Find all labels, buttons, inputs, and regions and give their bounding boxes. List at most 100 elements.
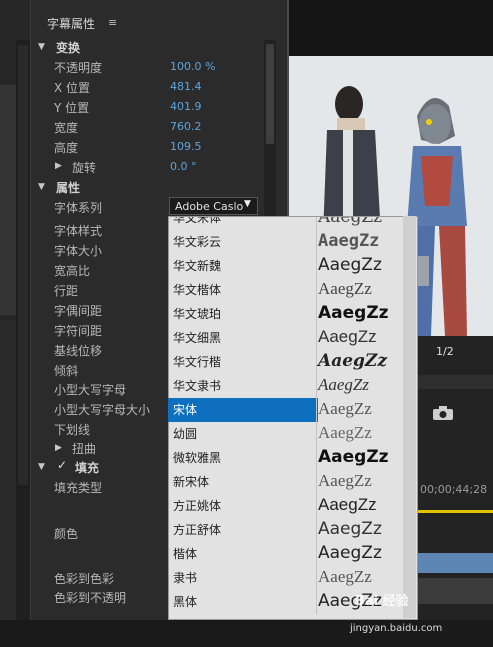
font-option-name: 方正舒体 (173, 523, 222, 537)
zoom-level[interactable]: 1/2 (436, 345, 454, 358)
font-option-name: 华文新魏 (173, 259, 222, 273)
distort-label: 扭曲 (72, 442, 97, 456)
font-option[interactable]: 宋体 AaegZz (168, 398, 403, 422)
preview-header (287, 0, 493, 56)
column-divider (316, 470, 317, 494)
column-divider (316, 254, 317, 278)
x-position-value[interactable]: 481.4 (170, 80, 202, 93)
color-to-opacity-label: 色彩到不透明 (54, 591, 127, 605)
font-option-sample: AaegZz (318, 351, 387, 371)
timecode-display: 00;00;44;28 (420, 483, 488, 496)
font-option[interactable]: 方正舒体 AaegZz (168, 518, 403, 542)
panel-menu-icon[interactable]: ≡ (108, 16, 117, 29)
font-option-sample: AaegZz (318, 255, 382, 275)
underline-label: 下划线 (54, 423, 91, 437)
watermark-logo: Bai 经验 (355, 594, 409, 609)
kerning-label: 字偶间距 (54, 304, 103, 318)
font-option-sample: AaegZz (318, 495, 377, 514)
width-label: 宽度 (54, 121, 79, 135)
font-option-sample: AaegZz (318, 399, 372, 418)
panel-scroll-thumb[interactable] (266, 44, 274, 144)
section-transform[interactable]: 变换 (56, 39, 80, 56)
font-option[interactable]: 华文新魏 AaegZz (168, 254, 403, 278)
column-divider (316, 374, 317, 398)
width-value[interactable]: 760.2 (170, 120, 202, 133)
font-option[interactable]: 华文行楷 AaegZz (168, 350, 403, 374)
color-to-color-label: 色彩到色彩 (54, 572, 115, 586)
font-option-sample: AaegZz (318, 471, 372, 490)
font-option-name: 方正姚体 (173, 499, 222, 513)
column-divider (316, 302, 317, 326)
camera-icon[interactable] (432, 405, 454, 421)
opacity-value[interactable]: 100.0 % (170, 60, 215, 73)
fill-checkbox-icon[interactable]: ✓ (57, 458, 67, 472)
tracking-label: 字符间距 (54, 324, 103, 338)
rotation-value[interactable]: 0.0 ° (170, 160, 197, 173)
column-divider (316, 446, 317, 470)
font-family-label: 字体系列 (54, 201, 103, 215)
column-divider (316, 350, 317, 374)
rotation-label: 旋转 (72, 161, 97, 175)
column-divider (316, 542, 317, 566)
expand-triangle-icon[interactable]: ▶ (55, 443, 62, 453)
font-option-name: 新宋体 (173, 475, 210, 489)
font-option[interactable]: 幼圆 AaegZz (168, 422, 403, 446)
color-label: 颜色 (54, 527, 79, 541)
leading-label: 行距 (54, 284, 79, 298)
font-option-name: 华文琥珀 (173, 307, 222, 321)
font-option[interactable]: 华文楷体 AaegZz (168, 278, 403, 302)
font-option-name: 华文彩云 (173, 235, 222, 249)
x-position-label: X 位置 (54, 81, 91, 95)
font-option-name: 华文楷体 (173, 283, 222, 297)
font-option[interactable]: 华文琥珀 AaegZz (168, 302, 403, 326)
column-divider (316, 422, 317, 446)
height-label: 高度 (54, 141, 79, 155)
font-option-sample: AaegZz (318, 519, 382, 539)
font-option-name: 楷体 (173, 547, 198, 561)
font-option-name: 华文行楷 (173, 355, 222, 369)
font-option[interactable]: 楷体 AaegZz (168, 542, 403, 566)
section-properties[interactable]: 属性 (56, 179, 80, 196)
expand-triangle-icon[interactable]: ▶ (55, 161, 62, 171)
slant-label: 倾斜 (54, 364, 79, 378)
timeline-clip-audio[interactable] (415, 578, 493, 604)
font-size-label: 字体大小 (54, 244, 103, 258)
font-option[interactable]: 微软雅黑 AaegZz (168, 446, 403, 470)
font-dropdown-scrollbar[interactable] (403, 216, 416, 618)
panel-inner-scroll-thumb[interactable] (18, 45, 28, 485)
font-option-sample: AaegZz (318, 543, 382, 563)
font-option[interactable]: 华文彩云 AaegZz (168, 230, 403, 254)
collapse-triangle-icon[interactable]: ▼ (38, 462, 45, 472)
font-style-label: 字体样式 (54, 224, 103, 238)
timeline-clip[interactable] (415, 553, 493, 573)
height-value[interactable]: 109.5 (170, 140, 202, 153)
font-option[interactable]: 华文细黑 AaegZz (168, 326, 403, 350)
font-option-sample: AaegZz (318, 231, 380, 251)
font-option-sample: AaegZz (318, 447, 389, 467)
small-caps-label: 小型大写字母 (54, 383, 127, 397)
column-divider (316, 566, 317, 590)
font-option[interactable]: 方正姚体 AaegZz (168, 494, 403, 518)
font-option-sample: AaegZz (318, 327, 377, 346)
collapse-triangle-icon[interactable]: ▼ (38, 182, 45, 192)
column-divider (316, 494, 317, 518)
collapse-triangle-icon[interactable]: ▼ (38, 42, 45, 52)
font-option[interactable]: 华文隶书 AaegZz (168, 374, 403, 398)
font-option[interactable]: 新宋体 AaegZz (168, 470, 403, 494)
font-option-sample: AaegZz (318, 303, 389, 323)
opacity-label: 不透明度 (54, 61, 103, 75)
watermark-url: jingyan.baidu.com (350, 623, 443, 634)
font-option-name: 黑体 (173, 595, 198, 609)
chevron-down-icon[interactable]: ▼ (244, 199, 251, 209)
font-option[interactable]: 隶书 AaegZz (168, 566, 403, 590)
column-divider (316, 230, 317, 254)
fill-type-label: 填充类型 (54, 481, 103, 495)
y-position-value[interactable]: 401.9 (170, 100, 202, 113)
timeline-ruler (415, 375, 493, 389)
panel-title: 字幕属性 (47, 17, 96, 31)
font-option-sample: AaegZz (318, 567, 372, 586)
y-position-label: Y 位置 (54, 101, 90, 115)
font-option-sample: AaegZz (318, 375, 369, 394)
aspect-label: 宽高比 (54, 264, 91, 278)
section-fill[interactable]: 填充 (75, 459, 99, 476)
